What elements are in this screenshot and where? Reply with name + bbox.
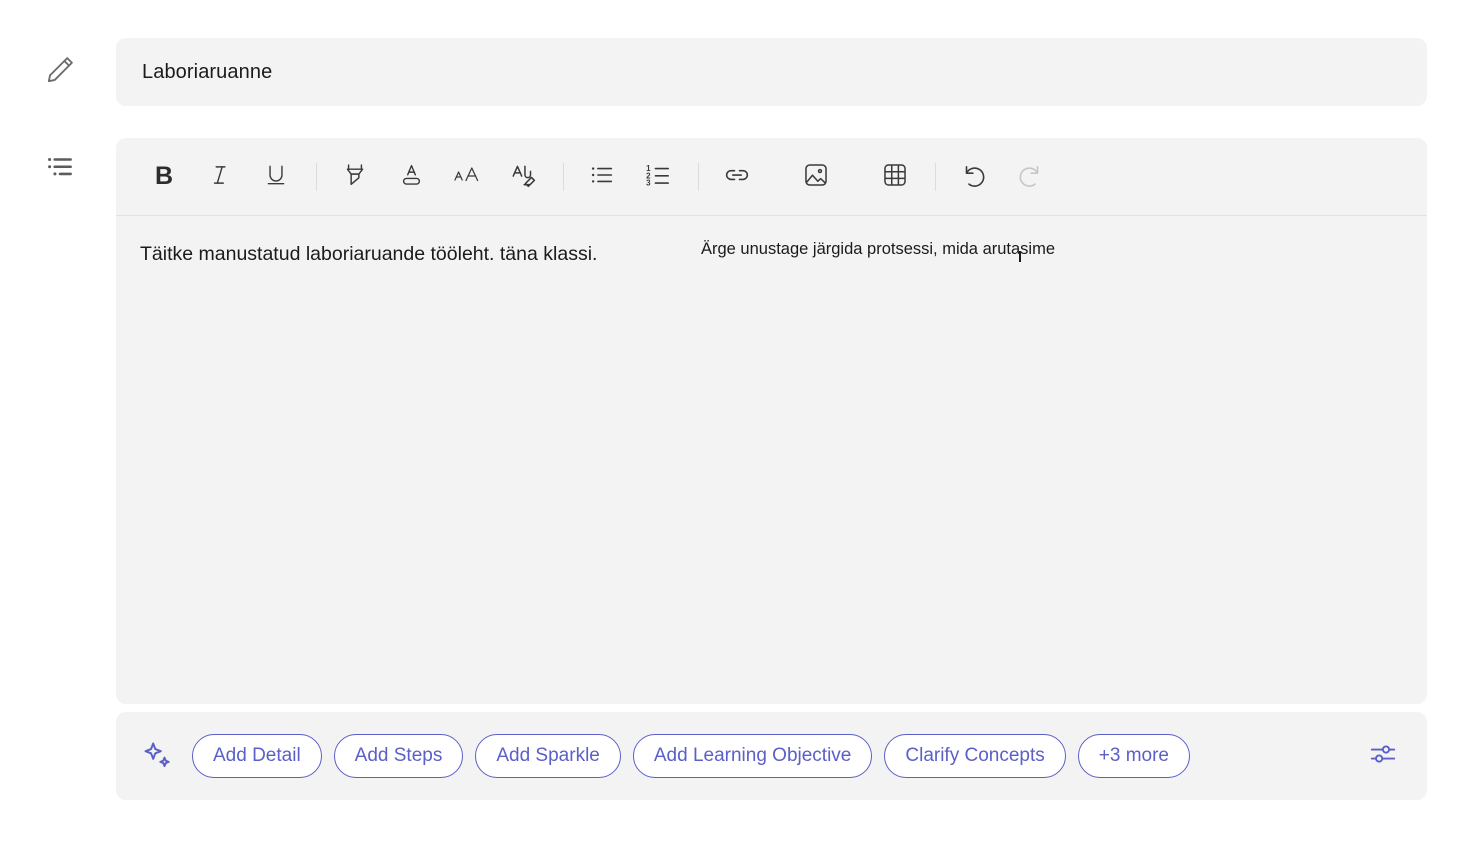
text-caret	[1019, 251, 1021, 262]
bulleted-list-button[interactable]	[580, 155, 624, 199]
redo-button[interactable]	[1008, 155, 1052, 199]
highlighter-icon	[341, 161, 369, 192]
underline-icon	[263, 162, 289, 191]
font-color-icon	[398, 162, 425, 192]
assignment-title-value[interactable]: Laboriaruanne	[116, 61, 272, 84]
assignment-editor-page: Laboriaruanne B 1 2 3 Täitke manustatud …	[0, 0, 1460, 844]
underline-button[interactable]	[254, 155, 298, 199]
image-icon	[802, 161, 830, 192]
chip-more[interactable]: +3 more	[1077, 734, 1190, 778]
chip-clarify-concepts[interactable]: Clarify Concepts	[884, 734, 1066, 778]
table-icon	[881, 161, 909, 192]
font-size-button[interactable]	[445, 155, 489, 199]
font-color-button[interactable]	[389, 155, 433, 199]
undo-icon	[959, 160, 989, 193]
font-size-icon	[452, 160, 482, 193]
chip-add-steps[interactable]: Add Steps	[333, 734, 464, 778]
insert-link-button[interactable]	[715, 155, 759, 199]
italic-button[interactable]	[198, 155, 242, 199]
clear-formatting-icon	[509, 161, 538, 193]
assignment-title-field[interactable]: Laboriaruanne	[116, 38, 1427, 106]
sparkle-icon	[138, 736, 178, 776]
numbered-list-button[interactable]: 1 2 3	[636, 155, 680, 199]
bulleted-list-icon	[588, 161, 616, 192]
chip-add-sparkle[interactable]: Add Sparkle	[475, 734, 621, 778]
insert-table-button[interactable]	[873, 155, 917, 199]
bulleted-list-icon	[38, 145, 82, 189]
ai-settings-button[interactable]	[1361, 734, 1405, 778]
instructions-paragraph-secondary[interactable]: Ärge unustage järgida protsessi, mida ar…	[701, 236, 1261, 262]
italic-icon	[207, 162, 233, 191]
link-icon	[722, 160, 752, 193]
highlight-button[interactable]	[333, 155, 377, 199]
instructions-paragraph-primary[interactable]: Täitke manustatud laboriaruande tööleht.…	[140, 234, 660, 274]
toolbar-divider-1	[316, 162, 317, 191]
chip-add-detail[interactable]: Add Detail	[192, 734, 322, 778]
redo-icon	[1015, 160, 1045, 193]
instructions-editor-card: B 1 2 3 Täitke manustatud laboriaruande …	[116, 138, 1427, 704]
clear-formatting-button[interactable]	[501, 155, 545, 199]
ai-suggestions-bar: Add Detail Add Steps Add Sparkle Add Lea…	[116, 712, 1427, 800]
undo-button[interactable]	[952, 155, 996, 199]
toolbar-divider-2	[563, 162, 564, 191]
rich-text-toolbar: B 1 2 3	[116, 138, 1427, 216]
toolbar-divider-6	[935, 162, 936, 191]
insert-image-button[interactable]	[794, 155, 838, 199]
bold-icon: B	[154, 162, 174, 190]
sliders-settings-icon	[1368, 739, 1398, 774]
bold-button[interactable]: B	[142, 155, 186, 199]
ai-chip-list: Add Detail Add Steps Add Sparkle Add Lea…	[192, 734, 1361, 778]
toolbar-divider-3	[698, 162, 699, 191]
pencil-icon	[38, 48, 82, 92]
instructions-body[interactable]: Täitke manustatud laboriaruande tööleht.…	[116, 216, 1427, 704]
svg-text:3: 3	[646, 178, 651, 187]
left-rail	[0, 0, 116, 844]
numbered-list-icon: 1 2 3	[644, 161, 673, 193]
chip-add-learning-objective[interactable]: Add Learning Objective	[632, 734, 873, 778]
